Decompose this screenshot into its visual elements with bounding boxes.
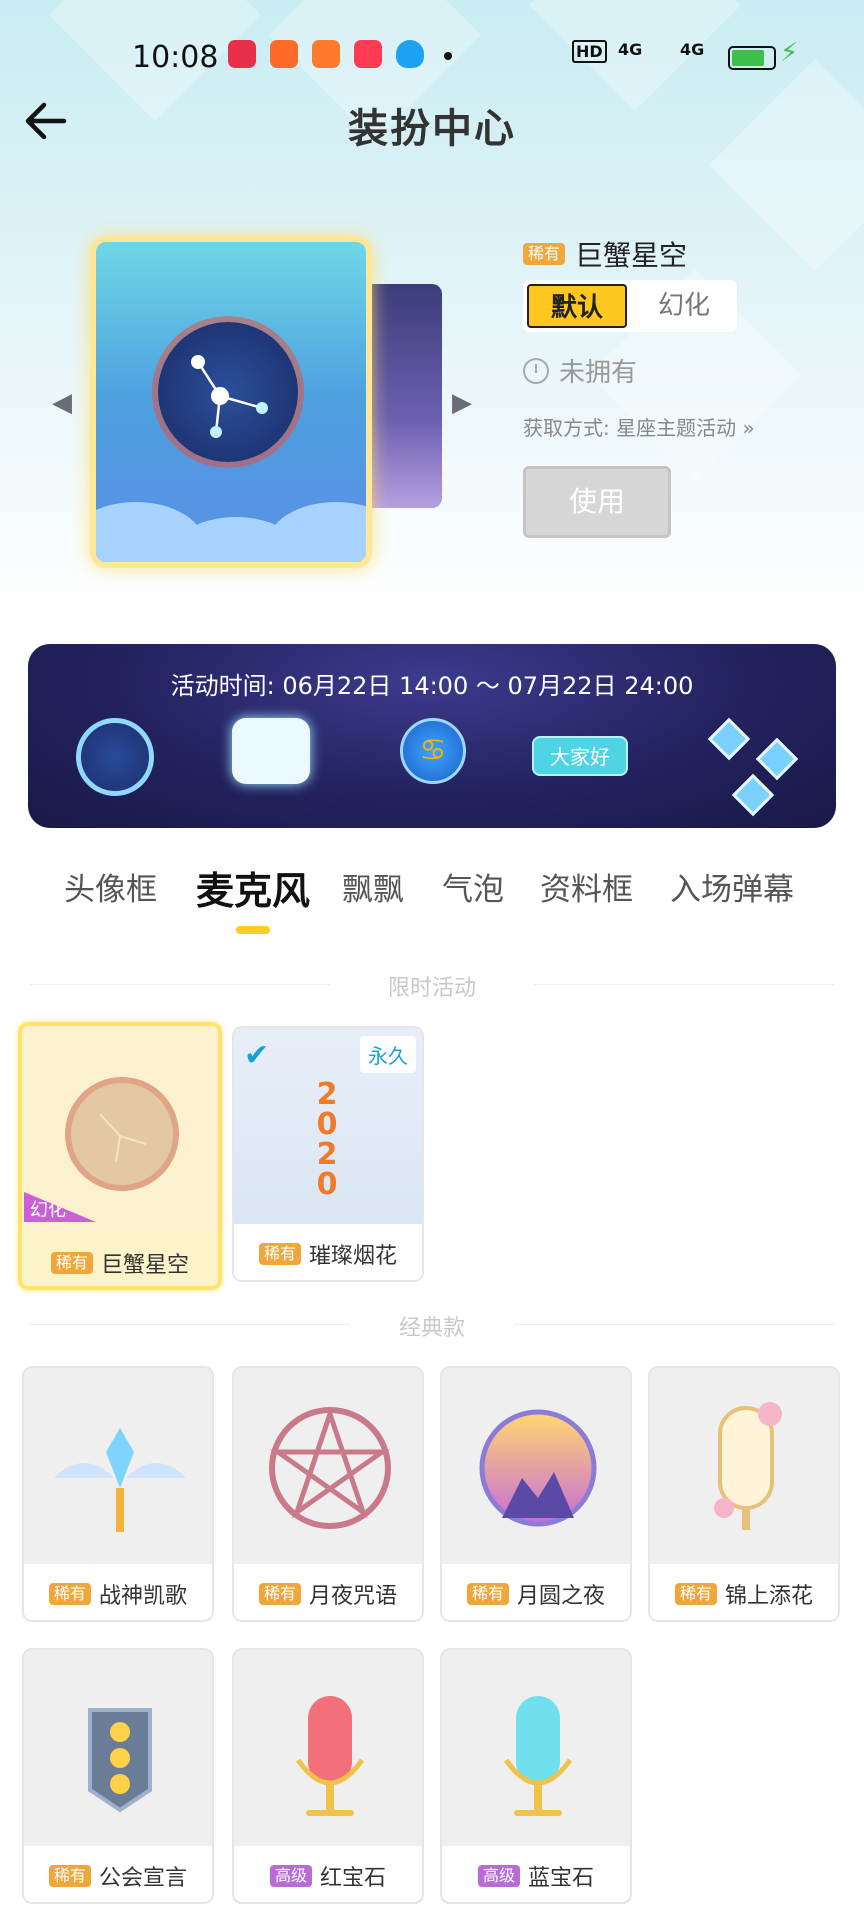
video-app-icon	[228, 40, 256, 68]
section-title-limited: 限时活动	[387, 976, 476, 1001]
item-card-flowers[interactable]: 稀有 锦上添花	[648, 1366, 840, 1622]
rarity-badge: 稀有	[48, 1583, 91, 1605]
item-card-sapphire[interactable]: 高级 蓝宝石	[440, 1648, 632, 1904]
item-card-ruby[interactable]: 高级 红宝石	[232, 1648, 424, 1904]
status-time: 10:08	[132, 40, 219, 75]
item-footer: 稀有 巨蟹星空	[22, 1232, 218, 1286]
ownership-row: 未拥有	[523, 352, 637, 389]
item-card-moon-spell[interactable]: 稀有 月夜咒语	[232, 1366, 424, 1622]
activity-banner[interactable]: 活动时间: 06月22日 14:00 ～ 07月22日 24:00 ♋ 大家好	[28, 644, 836, 828]
gem-icon	[755, 737, 799, 781]
item-name: 璀璨烟花	[309, 1244, 398, 1269]
book-app-icon	[312, 40, 340, 68]
acquire-method-link[interactable]: 获取方式: 星座主题活动 »	[523, 412, 755, 441]
style-toggle: 默认 幻化	[523, 280, 737, 332]
item-footer: 稀有 月夜咒语	[234, 1564, 422, 1620]
default-style-button[interactable]: 默认	[527, 284, 627, 328]
item-footer: 稀有 公会宣言	[24, 1846, 212, 1902]
item-footer: 高级 红宝石	[234, 1846, 422, 1902]
item-name: 红宝石	[320, 1866, 387, 1891]
rarity-badge: 高级	[269, 1865, 312, 1887]
item-name: 战神凯歌	[99, 1584, 188, 1609]
category-tabs: 头像框 麦克风 飘飘 气泡 资料框 入场弹幕	[0, 864, 864, 924]
ruby-mic-icon	[295, 1696, 365, 1816]
notification-dot	[444, 52, 452, 60]
preview-title-row: 稀有 巨蟹星空	[523, 234, 687, 274]
cancer-zodiac-icon: ♋	[400, 718, 466, 784]
item-name: 蓝宝石	[528, 1866, 595, 1891]
item-footer: 稀有 战神凯歌	[24, 1564, 212, 1620]
winged-crystal-mic-icon	[54, 1428, 186, 1532]
active-tab-indicator	[236, 926, 270, 934]
item-footer: 稀有 锦上添花	[650, 1564, 838, 1620]
item-name: 月圆之夜	[517, 1584, 606, 1609]
tab-avatar-frame[interactable]: 头像框	[64, 864, 157, 909]
item-footer: 稀有 璀璨烟花	[234, 1224, 422, 1280]
item-footer: 稀有 月圆之夜	[442, 1564, 630, 1620]
item-card-guild[interactable]: 稀有 公会宣言	[22, 1648, 214, 1904]
item-name: 月夜咒语	[309, 1584, 398, 1609]
rarity-badge: 高级	[477, 1865, 520, 1887]
page-title: 装扮中心	[348, 106, 516, 152]
chat-bubble-preview: 大家好	[532, 736, 628, 776]
permanent-tag: 永久	[360, 1036, 416, 1073]
rarity-badge: 稀有	[48, 1865, 91, 1887]
preview-card	[90, 236, 372, 568]
gem-icon	[731, 773, 775, 817]
section-title-classic: 经典款	[398, 1316, 465, 1341]
grid-app-icon	[270, 40, 298, 68]
activity-time: 活动时间: 06月22日 14:00 ～ 07月22日 24:00	[170, 672, 694, 700]
item-card-full-moon[interactable]: 稀有 月圆之夜	[440, 1366, 632, 1622]
sapphire-mic-icon	[503, 1696, 573, 1816]
ownership-status: 未拥有	[559, 358, 638, 388]
pentagram-mic-icon	[269, 1406, 391, 1529]
status-bar: 10:08 HD 4G 4G ⚡	[0, 30, 864, 86]
rarity-badge: 稀有	[523, 243, 566, 265]
chevron-left-icon[interactable]: ◀	[52, 388, 72, 418]
item-footer: 高级 蓝宝石	[442, 1846, 630, 1902]
hd-icon: HD	[572, 40, 607, 63]
signal-2-label: 4G	[680, 40, 705, 59]
gem-icon	[707, 717, 751, 761]
use-button[interactable]: 使用	[523, 466, 671, 538]
tab-profile-frame[interactable]: 资料框	[540, 864, 633, 909]
tab-bubble[interactable]: 气泡	[442, 864, 504, 909]
music-app-icon	[354, 40, 382, 68]
tab-microphone[interactable]: 麦克风	[196, 860, 310, 915]
charging-icon: ⚡	[780, 38, 799, 68]
signal-1-label: 4G	[618, 40, 643, 59]
battery-icon	[728, 46, 776, 70]
floral-mic-icon	[714, 1402, 782, 1530]
illusion-style-button[interactable]: 幻化	[639, 284, 729, 328]
item-name: 锦上添花	[725, 1584, 814, 1609]
bg-diamond	[708, 58, 864, 272]
qq-app-icon	[396, 40, 424, 68]
tab-float[interactable]: 飘飘	[342, 864, 404, 909]
avatar-frame-preview-icon	[76, 718, 154, 796]
preview-item-name: 巨蟹星空	[575, 239, 688, 272]
full-moon-wolf-icon	[479, 1409, 597, 1527]
profile-frame-preview-icon	[232, 718, 310, 784]
cancer-constellation-icon	[158, 322, 298, 462]
item-card-cancer-sky[interactable]: 幻化 稀有 巨蟹星空	[18, 1022, 222, 1290]
rarity-badge: 稀有	[50, 1252, 93, 1274]
item-card-war-god[interactable]: 稀有 战神凯歌	[22, 1366, 214, 1622]
item-card-fireworks[interactable]: ✔ 永久 2020 稀有 璀璨烟花	[232, 1026, 424, 1282]
rarity-badge: 稀有	[466, 1583, 509, 1605]
rarity-badge: 稀有	[258, 1583, 301, 1605]
rarity-badge: 稀有	[674, 1583, 717, 1605]
item-name: 公会宣言	[99, 1866, 188, 1891]
check-icon: ✔	[244, 1038, 270, 1073]
tab-entry-danmaku[interactable]: 入场弹幕	[670, 864, 794, 909]
rarity-badge: 稀有	[258, 1243, 301, 1265]
fireworks-2020-art: 2020	[316, 1077, 338, 1202]
clock-icon	[523, 357, 549, 384]
chevron-right-icon[interactable]: ▶	[452, 388, 472, 418]
guild-shield-icon	[88, 1708, 152, 1813]
cancer-mic-art-icon	[65, 1077, 179, 1191]
item-name: 巨蟹星空	[101, 1253, 190, 1278]
